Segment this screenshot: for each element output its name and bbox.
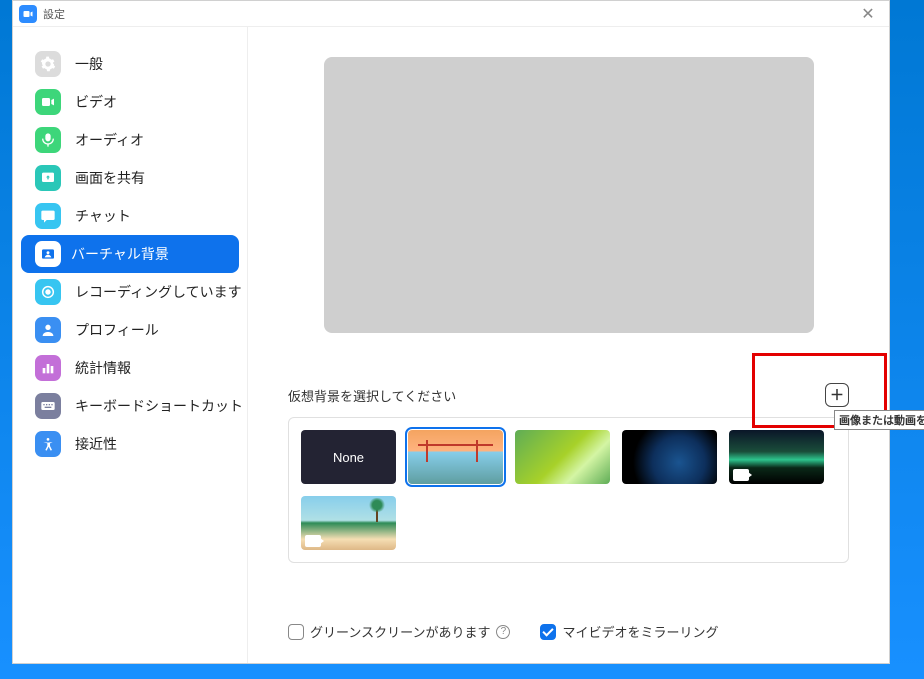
- sidebar-item-label: ビデオ: [75, 92, 117, 112]
- audio-icon: [35, 127, 61, 153]
- sidebar-item-label: プロフィール: [75, 320, 159, 340]
- accessibility-icon: [35, 431, 61, 457]
- add-background-button[interactable]: ＋ 画像または動画を追加: [825, 383, 849, 407]
- none-label: None: [333, 450, 364, 465]
- checkbox-icon: [540, 624, 556, 640]
- mirror-checkbox[interactable]: マイビデオをミラーリング: [540, 622, 718, 641]
- checkbox-icon: [288, 624, 304, 640]
- sidebar: 一般 ビデオ オーディオ 画面を共有: [13, 27, 248, 663]
- background-selector: None: [288, 417, 849, 563]
- background-aurora[interactable]: [729, 430, 824, 484]
- keyboard-icon: [35, 393, 61, 419]
- greenscreen-checkbox[interactable]: グリーンスクリーンがあります ?: [288, 622, 510, 641]
- sidebar-item-accessibility[interactable]: 接近性: [13, 425, 247, 463]
- record-icon: [35, 279, 61, 305]
- sidebar-item-profile[interactable]: プロフィール: [13, 311, 247, 349]
- sidebar-item-keyboard[interactable]: キーボードショートカット: [13, 387, 247, 425]
- video-badge-icon: [305, 535, 321, 547]
- app-icon: [19, 5, 37, 23]
- bottom-options: グリーンスクリーンがあります ? マイビデオをミラーリング: [288, 622, 718, 641]
- section-header: 仮想背景を選択してください ＋ 画像または動画を追加: [288, 383, 849, 407]
- background-grass[interactable]: [515, 430, 610, 484]
- sidebar-item-label: 画面を共有: [75, 168, 145, 188]
- background-bridge[interactable]: [408, 430, 503, 484]
- stats-icon: [35, 355, 61, 381]
- sidebar-item-stats[interactable]: 統計情報: [13, 349, 247, 387]
- section-label: 仮想背景を選択してください: [288, 386, 456, 405]
- virtual-background-icon: [35, 241, 61, 267]
- window-title: 設定: [43, 6, 853, 22]
- sidebar-item-label: 一般: [75, 54, 103, 74]
- sidebar-item-general[interactable]: 一般: [13, 45, 247, 83]
- video-icon: [35, 89, 61, 115]
- share-icon: [35, 165, 61, 191]
- background-earth[interactable]: [622, 430, 717, 484]
- sidebar-item-video[interactable]: ビデオ: [13, 83, 247, 121]
- background-none[interactable]: None: [301, 430, 396, 484]
- mirror-label: マイビデオをミラーリング: [562, 622, 718, 641]
- close-button[interactable]: ✕: [853, 1, 883, 27]
- titlebar: 設定 ✕: [13, 1, 889, 27]
- profile-icon: [35, 317, 61, 343]
- sidebar-item-label: 接近性: [75, 434, 117, 454]
- chat-icon: [35, 203, 61, 229]
- sidebar-item-virtual-background[interactable]: バーチャル背景: [21, 235, 239, 273]
- add-tooltip: 画像または動画を追加: [834, 410, 924, 430]
- video-badge-icon: [733, 469, 749, 481]
- sidebar-item-recording[interactable]: レコーディングしています: [13, 273, 247, 311]
- sidebar-item-audio[interactable]: オーディオ: [13, 121, 247, 159]
- gear-icon: [35, 51, 61, 77]
- video-preview: [324, 57, 814, 333]
- settings-window: 設定 ✕ 一般 ビデオ オーディオ: [12, 0, 890, 664]
- content-area: 一般 ビデオ オーディオ 画面を共有: [13, 27, 889, 663]
- sidebar-item-label: レコーディングしています: [75, 282, 242, 302]
- sidebar-item-label: バーチャル背景: [71, 244, 169, 264]
- sidebar-item-label: 統計情報: [75, 358, 131, 378]
- sidebar-item-label: オーディオ: [75, 130, 144, 150]
- main-panel: 仮想背景を選択してください ＋ 画像または動画を追加 None: [248, 27, 889, 663]
- sidebar-item-chat[interactable]: チャット: [13, 197, 247, 235]
- sidebar-item-share[interactable]: 画面を共有: [13, 159, 247, 197]
- background-beach[interactable]: [301, 496, 396, 550]
- help-icon[interactable]: ?: [496, 625, 510, 639]
- greenscreen-label: グリーンスクリーンがあります: [310, 622, 490, 641]
- sidebar-item-label: チャット: [75, 206, 131, 226]
- sidebar-item-label: キーボードショートカット: [75, 396, 243, 416]
